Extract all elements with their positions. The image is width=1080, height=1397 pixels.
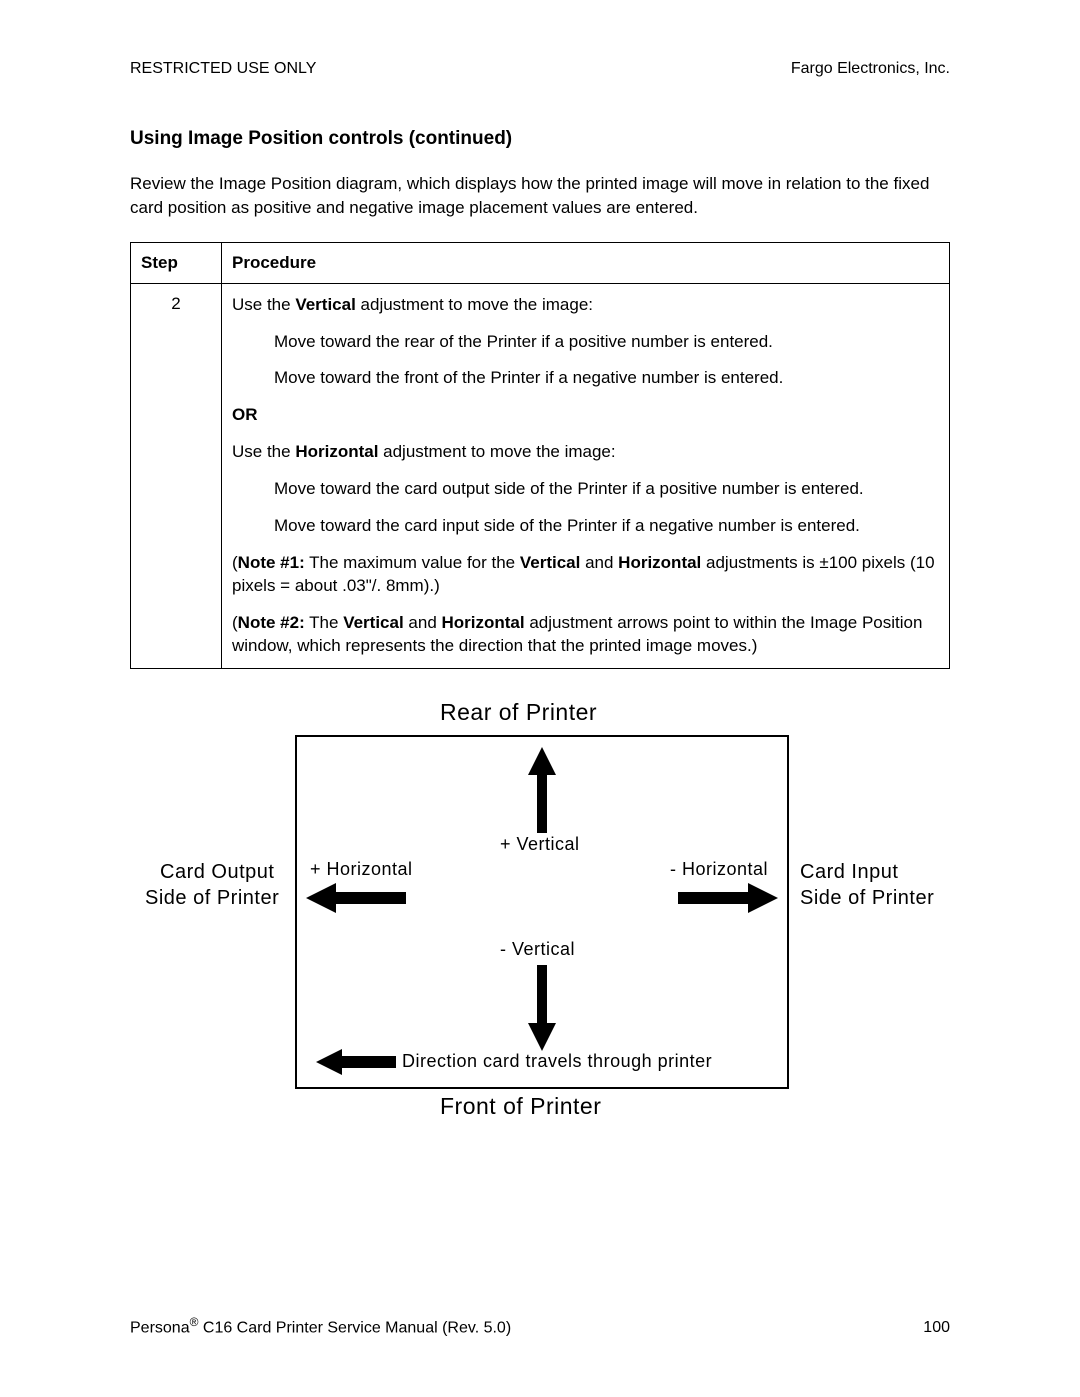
proc-line: Move toward the front of the Printer if … [274, 367, 939, 390]
proc-note-2: (Note #2: The Vertical and Horizontal ad… [232, 612, 939, 658]
label-plus-horizontal: + Horizontal [310, 859, 413, 880]
header-right: Fargo Electronics, Inc. [791, 60, 950, 78]
intro-paragraph: Review the Image Position diagram, which… [130, 172, 950, 220]
header-left: RESTRICTED USE ONLY [130, 60, 316, 78]
label-card-input-2: Side of Printer [800, 887, 934, 910]
label-plus-vertical: + Vertical [500, 834, 580, 855]
col-header-step: Step [131, 242, 222, 283]
proc-line: Move toward the card output side of the … [274, 478, 939, 501]
proc-line: Move toward the rear of the Printer if a… [274, 331, 939, 354]
label-card-input-1: Card Input [800, 861, 898, 884]
label-front: Front of Printer [440, 1093, 601, 1120]
page-number: 100 [923, 1319, 950, 1337]
page-footer: Persona® C16 Card Printer Service Manual… [130, 1315, 950, 1337]
footer-left: Persona® C16 Card Printer Service Manual… [130, 1315, 511, 1337]
col-header-procedure: Procedure [222, 242, 950, 283]
procedure-table: Step Procedure 2 Use the Vertical adjust… [130, 242, 950, 669]
proc-line: Use the Horizontal adjustment to move th… [232, 441, 939, 464]
arrow-down-icon [528, 965, 556, 1051]
arrow-right-icon [678, 883, 778, 913]
label-rear: Rear of Printer [440, 699, 597, 726]
proc-line-or: OR [232, 404, 939, 427]
proc-note-1: (Note #1: The maximum value for the Vert… [232, 552, 939, 598]
label-card-output-1: Card Output [160, 861, 274, 884]
label-card-output-2: Side of Printer [145, 887, 279, 910]
section-title: Using Image Position controls (continued… [130, 128, 950, 150]
procedure-cell: Use the Vertical adjustment to move the … [222, 283, 950, 668]
page-header: RESTRICTED USE ONLY Fargo Electronics, I… [130, 60, 950, 78]
label-direction: Direction card travels through printer [402, 1051, 712, 1072]
step-number: 2 [131, 283, 222, 668]
image-position-diagram: Rear of Printer + Vertical + Horizontal … [130, 699, 950, 1199]
proc-line: Use the Vertical adjustment to move the … [232, 294, 939, 317]
direction-arrow-icon [316, 1049, 396, 1075]
label-minus-vertical: - Vertical [500, 939, 575, 960]
arrow-left-icon [306, 883, 406, 913]
label-minus-horizontal: - Horizontal [670, 859, 768, 880]
arrow-up-icon [528, 747, 556, 833]
proc-line: Move toward the card input side of the P… [274, 515, 939, 538]
